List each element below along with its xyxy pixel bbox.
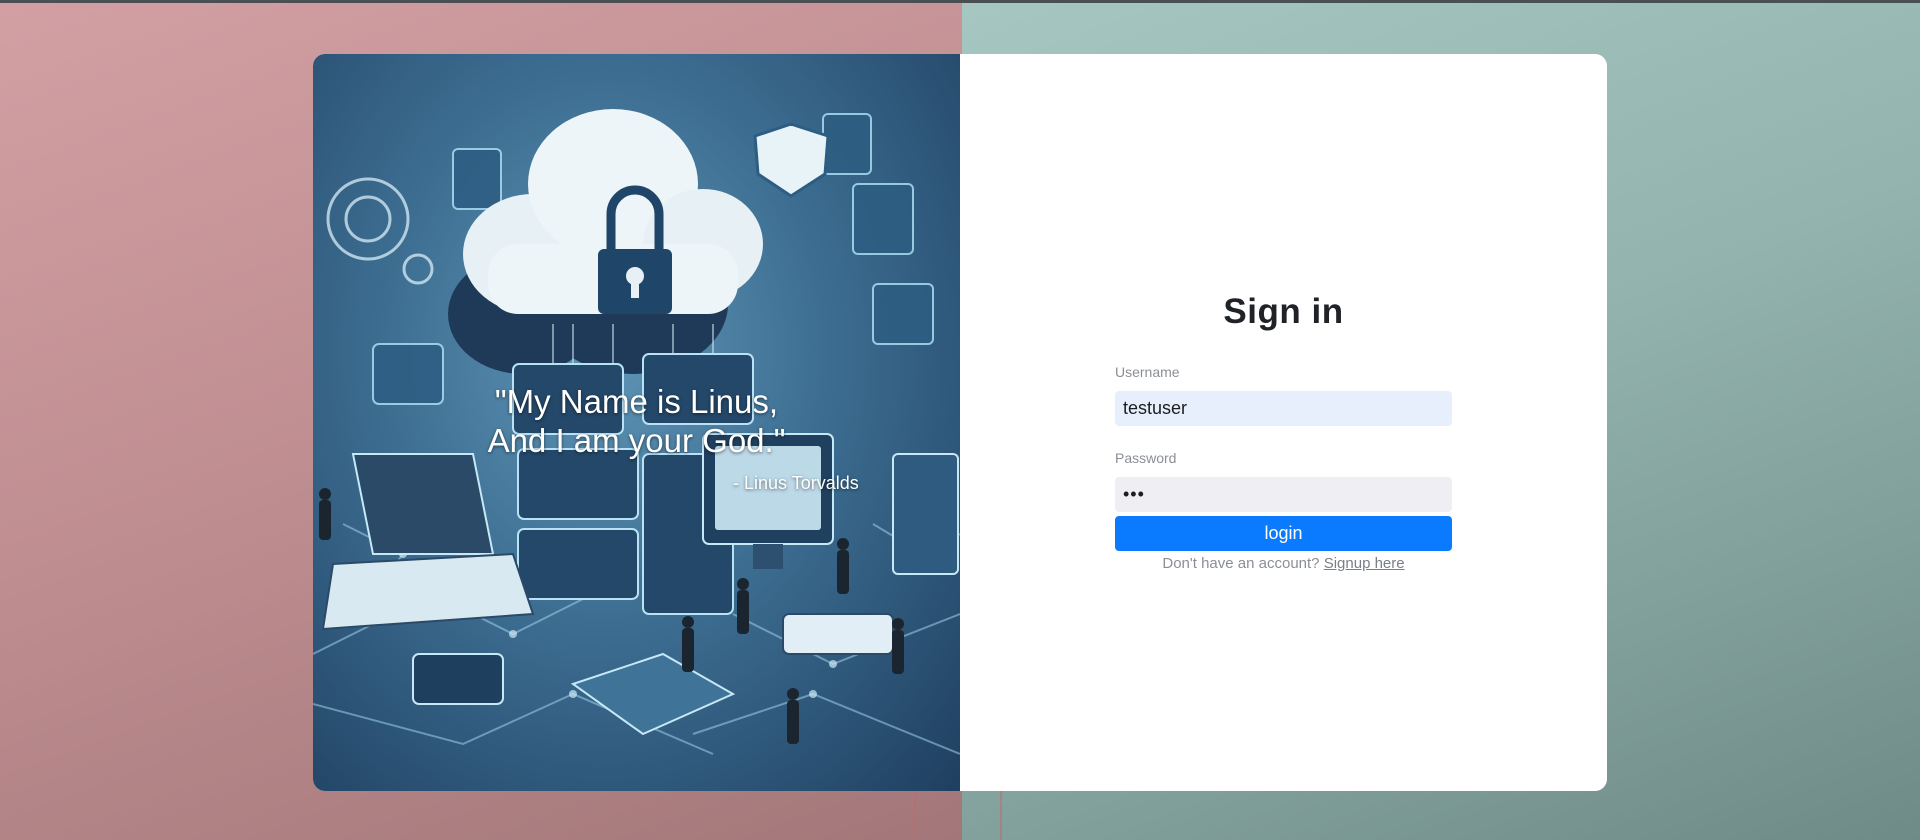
background-cable — [1000, 790, 1002, 840]
password-input[interactable] — [1115, 477, 1452, 512]
username-label: Username — [1115, 364, 1180, 380]
quote-line-2: And I am your God." — [487, 422, 786, 459]
sign-in-form: Sign in Username Password login Don't ha… — [960, 54, 1607, 791]
hero-illustration: "My Name is Linus, And I am your God." -… — [313, 54, 960, 791]
quote-line-1: "My Name is Linus, — [494, 383, 779, 420]
hero-quote: "My Name is Linus, And I am your God." — [313, 382, 960, 460]
background-cable — [914, 790, 916, 840]
login-button[interactable]: login — [1115, 516, 1452, 551]
quote-author: - Linus Torvalds — [733, 473, 859, 493]
password-label: Password — [1115, 450, 1177, 466]
signup-prompt-text: Don't have an account? — [1162, 555, 1320, 572]
login-card: "My Name is Linus, And I am your God." -… — [313, 54, 1607, 791]
signup-link[interactable]: Signup here — [1324, 555, 1405, 572]
page-title: Sign in — [1223, 292, 1344, 331]
signup-prompt-row: Don't have an account? Signup here — [1115, 555, 1452, 572]
username-input[interactable] — [1115, 391, 1452, 426]
